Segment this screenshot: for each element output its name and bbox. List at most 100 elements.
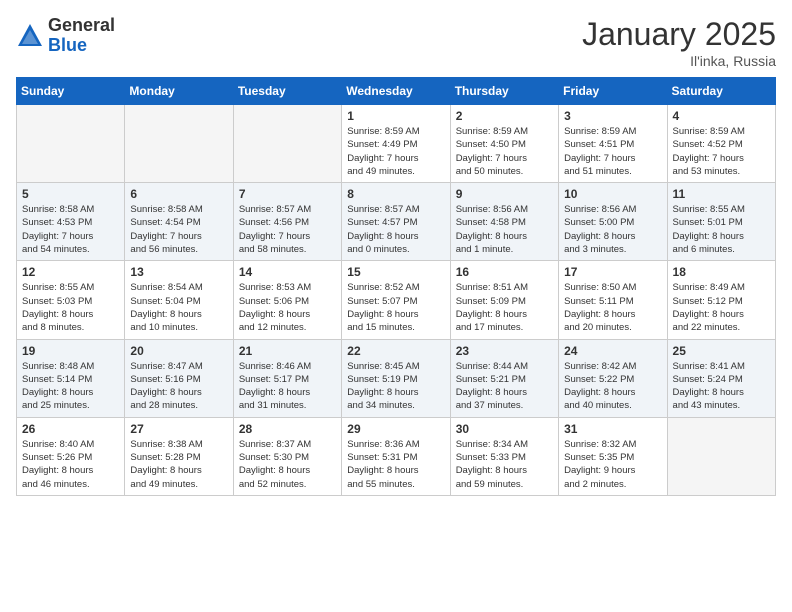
calendar-day-cell: 18 Sunrise: 8:49 AM Sunset: 5:12 PM Dayli… [667,261,775,339]
day-info: Sunrise: 8:47 AM Sunset: 5:16 PM Dayligh… [130,360,227,413]
calendar-table: SundayMondayTuesdayWednesdayThursdayFrid… [16,77,776,496]
logo-text: General Blue [48,16,115,56]
day-info: Sunrise: 8:59 AM Sunset: 4:52 PM Dayligh… [673,125,770,178]
calendar-day-cell: 31Sunrise: 8:32 AM Sunset: 5:35 PM Dayli… [559,417,667,495]
day-info: Sunrise: 8:54 AM Sunset: 5:04 PM Dayligh… [130,281,227,334]
calendar-day-cell: 16Sunrise: 8:51 AM Sunset: 5:09 PM Dayli… [450,261,558,339]
day-number: 20 [130,344,227,358]
day-number: 4 [673,109,770,123]
day-info: Sunrise: 8:57 AM Sunset: 4:57 PM Dayligh… [347,203,444,256]
day-number: 9 [456,187,553,201]
day-number: 27 [130,422,227,436]
day-number: 19 [22,344,119,358]
logo-icon [16,22,44,50]
calendar-day-cell: 2 Sunrise: 8:59 AM Sunset: 4:50 PM Daylig… [450,105,558,183]
weekday-header-friday: Friday [559,78,667,105]
day-number: 3 [564,109,661,123]
logo-general-text: General [48,16,115,36]
day-number: 29 [347,422,444,436]
weekday-header-monday: Monday [125,78,233,105]
day-number: 26 [22,422,119,436]
day-info: Sunrise: 8:32 AM Sunset: 5:35 PM Dayligh… [564,438,661,491]
weekday-header-row: SundayMondayTuesdayWednesdayThursdayFrid… [17,78,776,105]
calendar-day-cell [125,105,233,183]
calendar-week-row: 19 Sunrise: 8:48 AM Sunset: 5:14 PM Dayli… [17,339,776,417]
calendar-day-cell: 24Sunrise: 8:42 AM Sunset: 5:22 PM Dayli… [559,339,667,417]
day-info: Sunrise: 8:46 AM Sunset: 5:17 PM Dayligh… [239,360,336,413]
calendar-day-cell: 10 Sunrise: 8:56 AM Sunset: 5:00 PM Dayli… [559,183,667,261]
day-info: Sunrise: 8:53 AM Sunset: 5:06 PM Dayligh… [239,281,336,334]
calendar-day-cell: 25 Sunrise: 8:41 AM Sunset: 5:24 PM Dayli… [667,339,775,417]
calendar-day-cell: 3 Sunrise: 8:59 AM Sunset: 4:51 PM Daylig… [559,105,667,183]
calendar-week-row: 26 Sunrise: 8:40 AM Sunset: 5:26 PM Dayli… [17,417,776,495]
weekday-header-sunday: Sunday [17,78,125,105]
day-number: 12 [22,265,119,279]
weekday-header-saturday: Saturday [667,78,775,105]
day-number: 23 [456,344,553,358]
calendar-day-cell: 11Sunrise: 8:55 AM Sunset: 5:01 PM Dayli… [667,183,775,261]
calendar-day-cell: 1Sunrise: 8:59 AM Sunset: 4:49 PM Daylig… [342,105,450,183]
calendar-day-cell: 21 Sunrise: 8:46 AM Sunset: 5:17 PM Dayli… [233,339,341,417]
calendar-day-cell: 20 Sunrise: 8:47 AM Sunset: 5:16 PM Dayli… [125,339,233,417]
day-number: 21 [239,344,336,358]
calendar-day-cell: 13 Sunrise: 8:54 AM Sunset: 5:04 PM Dayli… [125,261,233,339]
day-info: Sunrise: 8:42 AM Sunset: 5:22 PM Dayligh… [564,360,661,413]
calendar-day-cell: 12 Sunrise: 8:55 AM Sunset: 5:03 PM Dayli… [17,261,125,339]
day-number: 30 [456,422,553,436]
day-number: 10 [564,187,661,201]
day-info: Sunrise: 8:58 AM Sunset: 4:53 PM Dayligh… [22,203,119,256]
calendar-day-cell [17,105,125,183]
logo-blue-text: Blue [48,36,115,56]
day-number: 8 [347,187,444,201]
day-number: 18 [673,265,770,279]
day-number: 25 [673,344,770,358]
day-number: 2 [456,109,553,123]
day-info: Sunrise: 8:59 AM Sunset: 4:50 PM Dayligh… [456,125,553,178]
day-info: Sunrise: 8:38 AM Sunset: 5:28 PM Dayligh… [130,438,227,491]
calendar-day-cell: 15Sunrise: 8:52 AM Sunset: 5:07 PM Dayli… [342,261,450,339]
calendar-day-cell: 19 Sunrise: 8:48 AM Sunset: 5:14 PM Dayli… [17,339,125,417]
weekday-header-wednesday: Wednesday [342,78,450,105]
calendar-day-cell: 17Sunrise: 8:50 AM Sunset: 5:11 PM Dayli… [559,261,667,339]
calendar-day-cell [667,417,775,495]
day-info: Sunrise: 8:56 AM Sunset: 4:58 PM Dayligh… [456,203,553,256]
calendar-day-cell: 28Sunrise: 8:37 AM Sunset: 5:30 PM Dayli… [233,417,341,495]
day-info: Sunrise: 8:48 AM Sunset: 5:14 PM Dayligh… [22,360,119,413]
calendar-day-cell: 14 Sunrise: 8:53 AM Sunset: 5:06 PM Dayli… [233,261,341,339]
day-info: Sunrise: 8:41 AM Sunset: 5:24 PM Dayligh… [673,360,770,413]
day-number: 14 [239,265,336,279]
page-header: General Blue January 2025 Il'inka, Russi… [16,16,776,69]
title-block: January 2025 Il'inka, Russia [582,16,776,69]
calendar-day-cell: 23 Sunrise: 8:44 AM Sunset: 5:21 PM Dayli… [450,339,558,417]
day-info: Sunrise: 8:40 AM Sunset: 5:26 PM Dayligh… [22,438,119,491]
calendar-week-row: 1Sunrise: 8:59 AM Sunset: 4:49 PM Daylig… [17,105,776,183]
day-info: Sunrise: 8:57 AM Sunset: 4:56 PM Dayligh… [239,203,336,256]
weekday-header-tuesday: Tuesday [233,78,341,105]
weekday-header-thursday: Thursday [450,78,558,105]
day-info: Sunrise: 8:59 AM Sunset: 4:49 PM Dayligh… [347,125,444,178]
day-info: Sunrise: 8:56 AM Sunset: 5:00 PM Dayligh… [564,203,661,256]
calendar-day-cell: 22Sunrise: 8:45 AM Sunset: 5:19 PM Dayli… [342,339,450,417]
day-info: Sunrise: 8:36 AM Sunset: 5:31 PM Dayligh… [347,438,444,491]
day-number: 13 [130,265,227,279]
day-info: Sunrise: 8:49 AM Sunset: 5:12 PM Dayligh… [673,281,770,334]
day-info: Sunrise: 8:37 AM Sunset: 5:30 PM Dayligh… [239,438,336,491]
day-number: 16 [456,265,553,279]
day-number: 11 [673,187,770,201]
calendar-week-row: 5Sunrise: 8:58 AM Sunset: 4:53 PM Daylig… [17,183,776,261]
calendar-day-cell: 27 Sunrise: 8:38 AM Sunset: 5:28 PM Dayli… [125,417,233,495]
day-info: Sunrise: 8:52 AM Sunset: 5:07 PM Dayligh… [347,281,444,334]
calendar-day-cell: 29 Sunrise: 8:36 AM Sunset: 5:31 PM Dayli… [342,417,450,495]
calendar-day-cell: 8 Sunrise: 8:57 AM Sunset: 4:57 PM Daylig… [342,183,450,261]
calendar-day-cell: 26 Sunrise: 8:40 AM Sunset: 5:26 PM Dayli… [17,417,125,495]
day-info: Sunrise: 8:55 AM Sunset: 5:03 PM Dayligh… [22,281,119,334]
day-number: 22 [347,344,444,358]
calendar-day-cell: 30Sunrise: 8:34 AM Sunset: 5:33 PM Dayli… [450,417,558,495]
day-number: 17 [564,265,661,279]
day-info: Sunrise: 8:44 AM Sunset: 5:21 PM Dayligh… [456,360,553,413]
calendar-day-cell: 6Sunrise: 8:58 AM Sunset: 4:54 PM Daylig… [125,183,233,261]
calendar-day-cell [233,105,341,183]
month-title: January 2025 [582,16,776,53]
day-info: Sunrise: 8:59 AM Sunset: 4:51 PM Dayligh… [564,125,661,178]
location: Il'inka, Russia [582,53,776,69]
